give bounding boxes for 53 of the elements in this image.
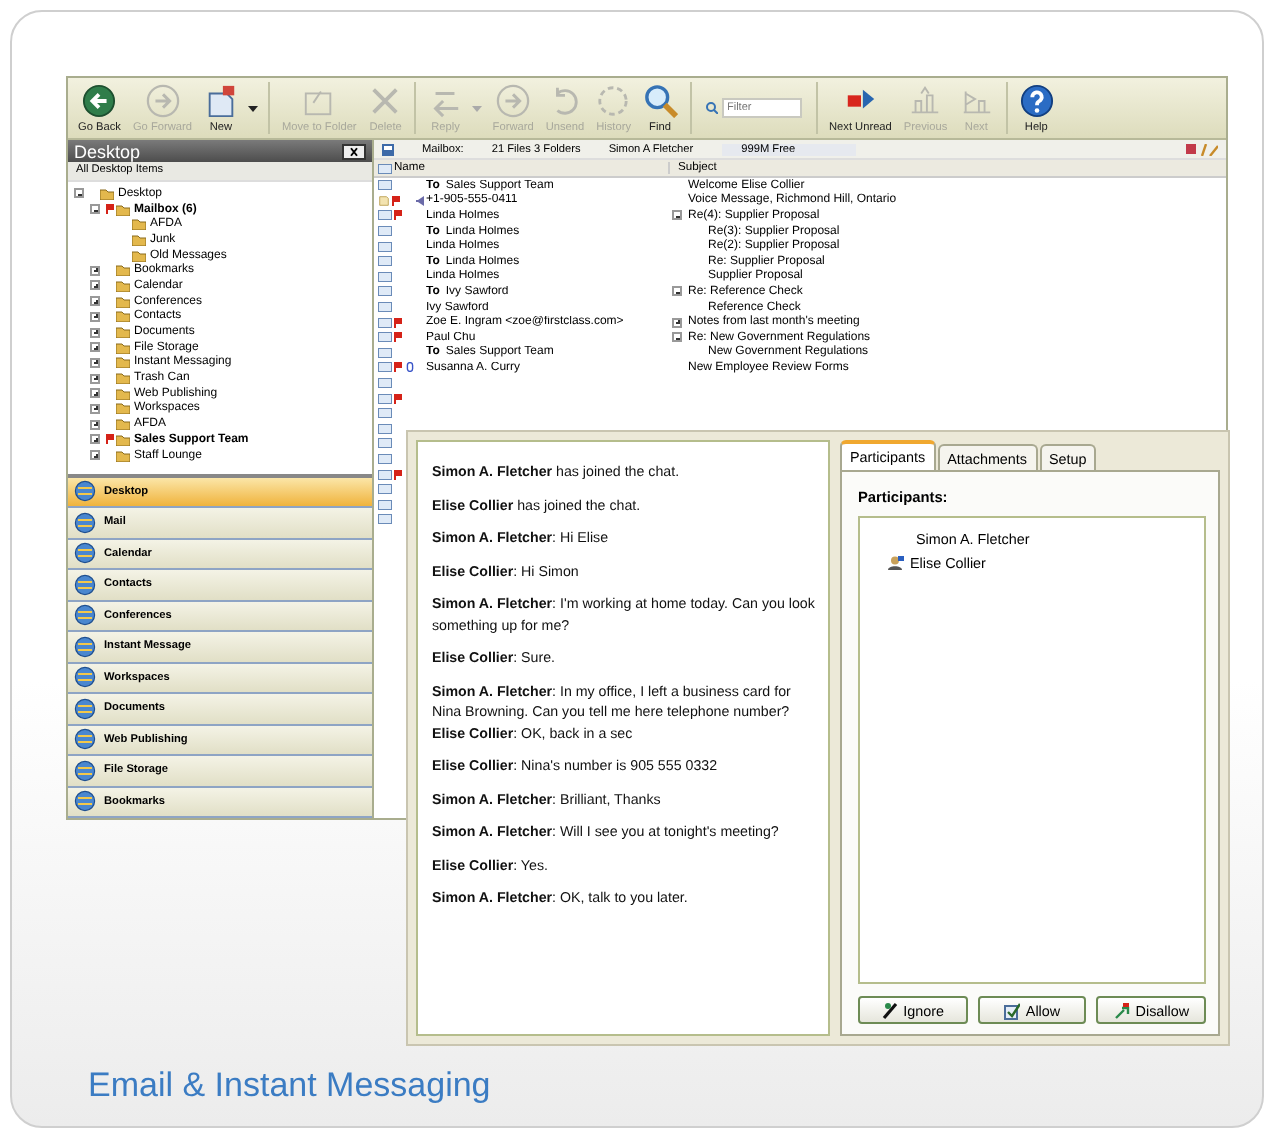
expander-icon[interactable] <box>90 357 100 368</box>
arrow-icon <box>434 90 461 117</box>
history-icon <box>598 85 629 115</box>
expander-icon[interactable] <box>90 419 100 430</box>
flag-icon <box>394 393 402 404</box>
help-icon <box>1020 83 1053 117</box>
globe-icon <box>74 697 96 720</box>
caret-icon[interactable] <box>247 105 258 111</box>
panel-title: Desktop <box>74 141 141 161</box>
globe-icon <box>74 728 96 751</box>
arrows-icon <box>1113 1001 1130 1019</box>
speaker-icon <box>416 195 424 206</box>
globe-icon <box>74 666 96 689</box>
expander-icon[interactable] <box>90 327 100 338</box>
caption: Email & Instant Messaging <box>88 1066 491 1106</box>
globe-icon <box>74 511 96 534</box>
expander-icon[interactable] <box>90 434 100 445</box>
expander-icon[interactable] <box>90 373 100 384</box>
previous-icon <box>911 85 940 113</box>
flag-icon <box>847 88 874 108</box>
globe-icon <box>74 759 96 782</box>
expander-icon[interactable] <box>672 332 682 343</box>
close-button[interactable] <box>342 143 366 159</box>
next-icon <box>962 89 991 113</box>
globe-icon <box>74 573 96 596</box>
globe-icon <box>74 542 96 565</box>
undo-icon <box>555 85 578 114</box>
expander-icon[interactable] <box>90 311 100 322</box>
document-icon <box>378 195 390 206</box>
expander-icon[interactable] <box>90 280 100 291</box>
expander-icon[interactable] <box>90 450 100 461</box>
close-icon <box>372 86 399 114</box>
search-icon <box>644 84 677 117</box>
expander-icon[interactable] <box>74 188 84 199</box>
flag-icon <box>394 469 402 480</box>
expander-icon[interactable] <box>90 204 100 215</box>
globe-icon <box>74 635 96 658</box>
expander-icon[interactable] <box>672 286 682 297</box>
globe-icon <box>74 480 96 503</box>
expander-icon[interactable] <box>90 403 100 414</box>
checkmark-icon <box>1003 1001 1020 1019</box>
expander-icon[interactable] <box>90 342 100 353</box>
expander-icon[interactable] <box>672 317 682 328</box>
expander-icon[interactable] <box>90 388 100 399</box>
globe-icon <box>74 604 96 627</box>
expander-icon[interactable] <box>90 296 100 307</box>
pencil-icon[interactable] <box>1186 143 1218 155</box>
globe-icon <box>74 790 96 813</box>
expander-icon[interactable] <box>672 210 682 221</box>
document-icon <box>208 84 235 117</box>
search-icon <box>705 102 717 114</box>
expander-icon[interactable] <box>90 265 100 276</box>
mailbox-icon <box>382 143 394 155</box>
